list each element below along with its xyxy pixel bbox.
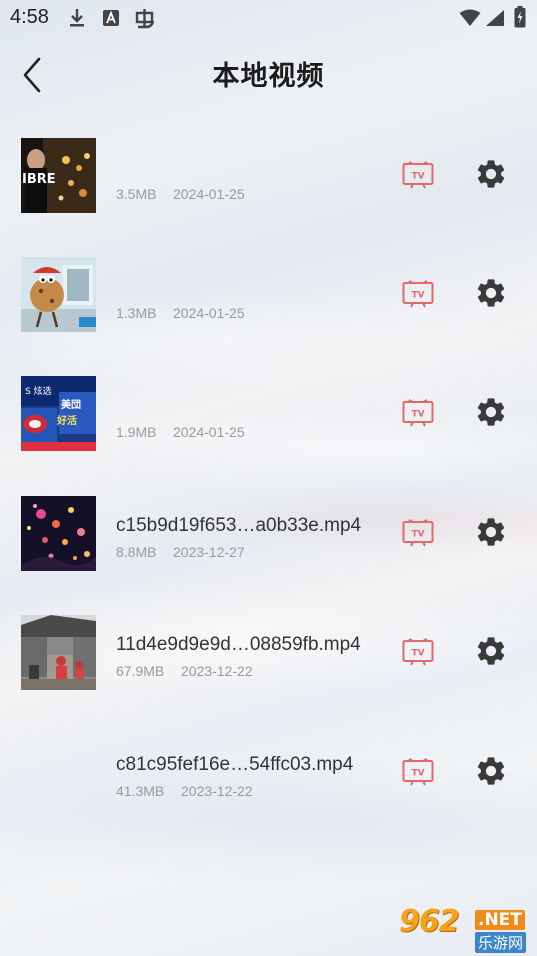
- video-item[interactable]: IBRE 3.5MB 2024-01-25 TV: [0, 120, 537, 220]
- status-bar: 4:58: [0, 0, 537, 36]
- video-thumbnail[interactable]: [21, 615, 96, 690]
- svg-text:TV: TV: [411, 291, 424, 301]
- tv-cast-icon: TV: [402, 638, 434, 666]
- video-name: c81c95fef16e…54ffc03.mp4: [116, 754, 354, 775]
- video-thumbnail[interactable]: [21, 496, 96, 571]
- svg-text:好活: 好活: [56, 414, 77, 427]
- gear-icon: [477, 398, 505, 426]
- settings-button[interactable]: [474, 276, 508, 310]
- video-size: 67.9MB: [116, 663, 165, 679]
- download-icon: [68, 8, 86, 32]
- wifi-icon: [459, 9, 481, 31]
- video-size: 3.5MB: [116, 186, 157, 202]
- video-date: 2024-01-25: [173, 186, 245, 202]
- video-item[interactable]: 11d4e9d9e9d…08859fb.mp4 67.9MB 2023-12-2…: [0, 597, 537, 697]
- svg-text:S 炫选: S 炫选: [25, 385, 52, 397]
- bug-icon: [134, 8, 156, 34]
- tv-cast-icon: TV: [402, 161, 434, 189]
- gear-icon: [477, 757, 505, 785]
- video-size: 8.8MB: [116, 544, 157, 560]
- video-date: 2024-01-25: [173, 424, 245, 440]
- site-watermark: 962 .NET 乐游网: [397, 904, 533, 953]
- gear-icon: [477, 279, 505, 307]
- settings-button[interactable]: [474, 515, 508, 549]
- cast-to-tv-button[interactable]: TV: [402, 399, 434, 427]
- watermark-domain: .NET: [475, 910, 525, 930]
- tv-cast-icon: TV: [402, 280, 434, 308]
- tv-cast-icon: TV: [402, 758, 434, 786]
- tv-cast-icon: TV: [402, 519, 434, 547]
- video-thumbnail[interactable]: 美団 好活 S 炫选: [21, 376, 96, 451]
- svg-text:TV: TV: [411, 530, 424, 540]
- video-name: c15b9d19f653…a0b33e.mp4: [116, 515, 362, 536]
- svg-text:IBRE: IBRE: [22, 172, 56, 187]
- video-thumbnail[interactable]: IBRE: [21, 138, 96, 213]
- video-name: 11d4e9d9e9d…08859fb.mp4: [116, 634, 361, 655]
- gear-icon: [477, 637, 505, 665]
- svg-text:TV: TV: [411, 769, 424, 779]
- gear-icon: [477, 518, 505, 546]
- settings-button[interactable]: [474, 634, 508, 668]
- cast-to-tv-button[interactable]: TV: [402, 280, 434, 308]
- svg-text:美団: 美団: [61, 398, 81, 411]
- gear-icon: [477, 160, 505, 188]
- video-date: 2024-01-25: [173, 305, 245, 321]
- video-date: 2023-12-22: [181, 663, 253, 679]
- a-notification-icon: [102, 8, 120, 32]
- video-size: 41.3MB: [116, 783, 165, 799]
- video-thumbnail[interactable]: [21, 735, 96, 810]
- video-size: 1.3MB: [116, 305, 157, 321]
- video-size: 1.9MB: [116, 424, 157, 440]
- cast-to-tv-button[interactable]: TV: [402, 638, 434, 666]
- svg-text:TV: TV: [411, 172, 424, 182]
- svg-text:TV: TV: [411, 649, 424, 659]
- video-date: 2023-12-22: [181, 783, 253, 799]
- cast-to-tv-button[interactable]: TV: [402, 161, 434, 189]
- svg-text:TV: TV: [411, 410, 424, 420]
- video-date: 2023-12-27: [173, 544, 245, 560]
- video-item[interactable]: 美団 好活 S 炫选 1.9MB 2024-01-25 TV: [0, 358, 537, 458]
- video-item[interactable]: c81c95fef16e…54ffc03.mp4 41.3MB 2023-12-…: [0, 717, 537, 817]
- tv-cast-icon: TV: [402, 399, 434, 427]
- status-time: 4:58: [10, 6, 49, 28]
- cast-to-tv-button[interactable]: TV: [402, 758, 434, 786]
- video-item[interactable]: c15b9d19f653…a0b33e.mp4 8.8MB 2023-12-27…: [0, 478, 537, 578]
- settings-button[interactable]: [474, 754, 508, 788]
- watermark-number: 962: [399, 904, 460, 939]
- cast-to-tv-button[interactable]: TV: [402, 519, 434, 547]
- battery-charging-icon: [514, 6, 526, 32]
- settings-button[interactable]: [474, 395, 508, 429]
- video-item[interactable]: 1.3MB 2024-01-25 TV: [0, 239, 537, 339]
- watermark-site-name: 乐游网: [475, 932, 527, 953]
- signal-icon: [485, 9, 505, 31]
- video-thumbnail[interactable]: [21, 257, 96, 332]
- page-title: 本地视频: [212, 61, 325, 92]
- settings-button[interactable]: [474, 157, 508, 191]
